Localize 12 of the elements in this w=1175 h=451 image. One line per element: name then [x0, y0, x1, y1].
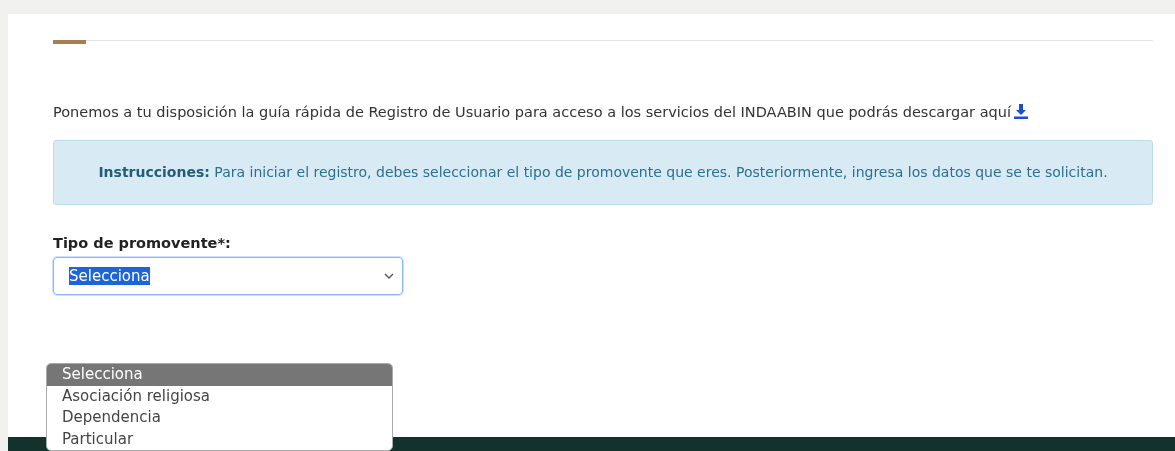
dropdown-option[interactable]: Particular [47, 428, 392, 450]
download-link[interactable]: aquí [979, 104, 1028, 120]
dropdown-option[interactable]: Asociación religiosa [47, 385, 392, 407]
download-icon [1013, 104, 1028, 119]
dropdown-option[interactable]: Selecciona [47, 364, 392, 386]
field-label: Tipo de promovente*: [53, 235, 232, 251]
chevron-icon [384, 273, 394, 279]
accent-bar [53, 40, 86, 44]
intro-text: Ponemos a tu disposición la guía rápida de Registro de Usuario para acceso a los servicios del INDAABIN que podrás descargar aquí [53, 102, 1153, 122]
type-select[interactable]: Selecciona [53, 257, 403, 295]
dropdown-option[interactable]: Dependencia [47, 407, 392, 429]
instructions-alert: Instrucciones: Para iniciar el registro, debes seleccionar el tipo de promovente que eres. Posteriormente, ingresa los datos que se te solicitan. [53, 140, 1153, 205]
